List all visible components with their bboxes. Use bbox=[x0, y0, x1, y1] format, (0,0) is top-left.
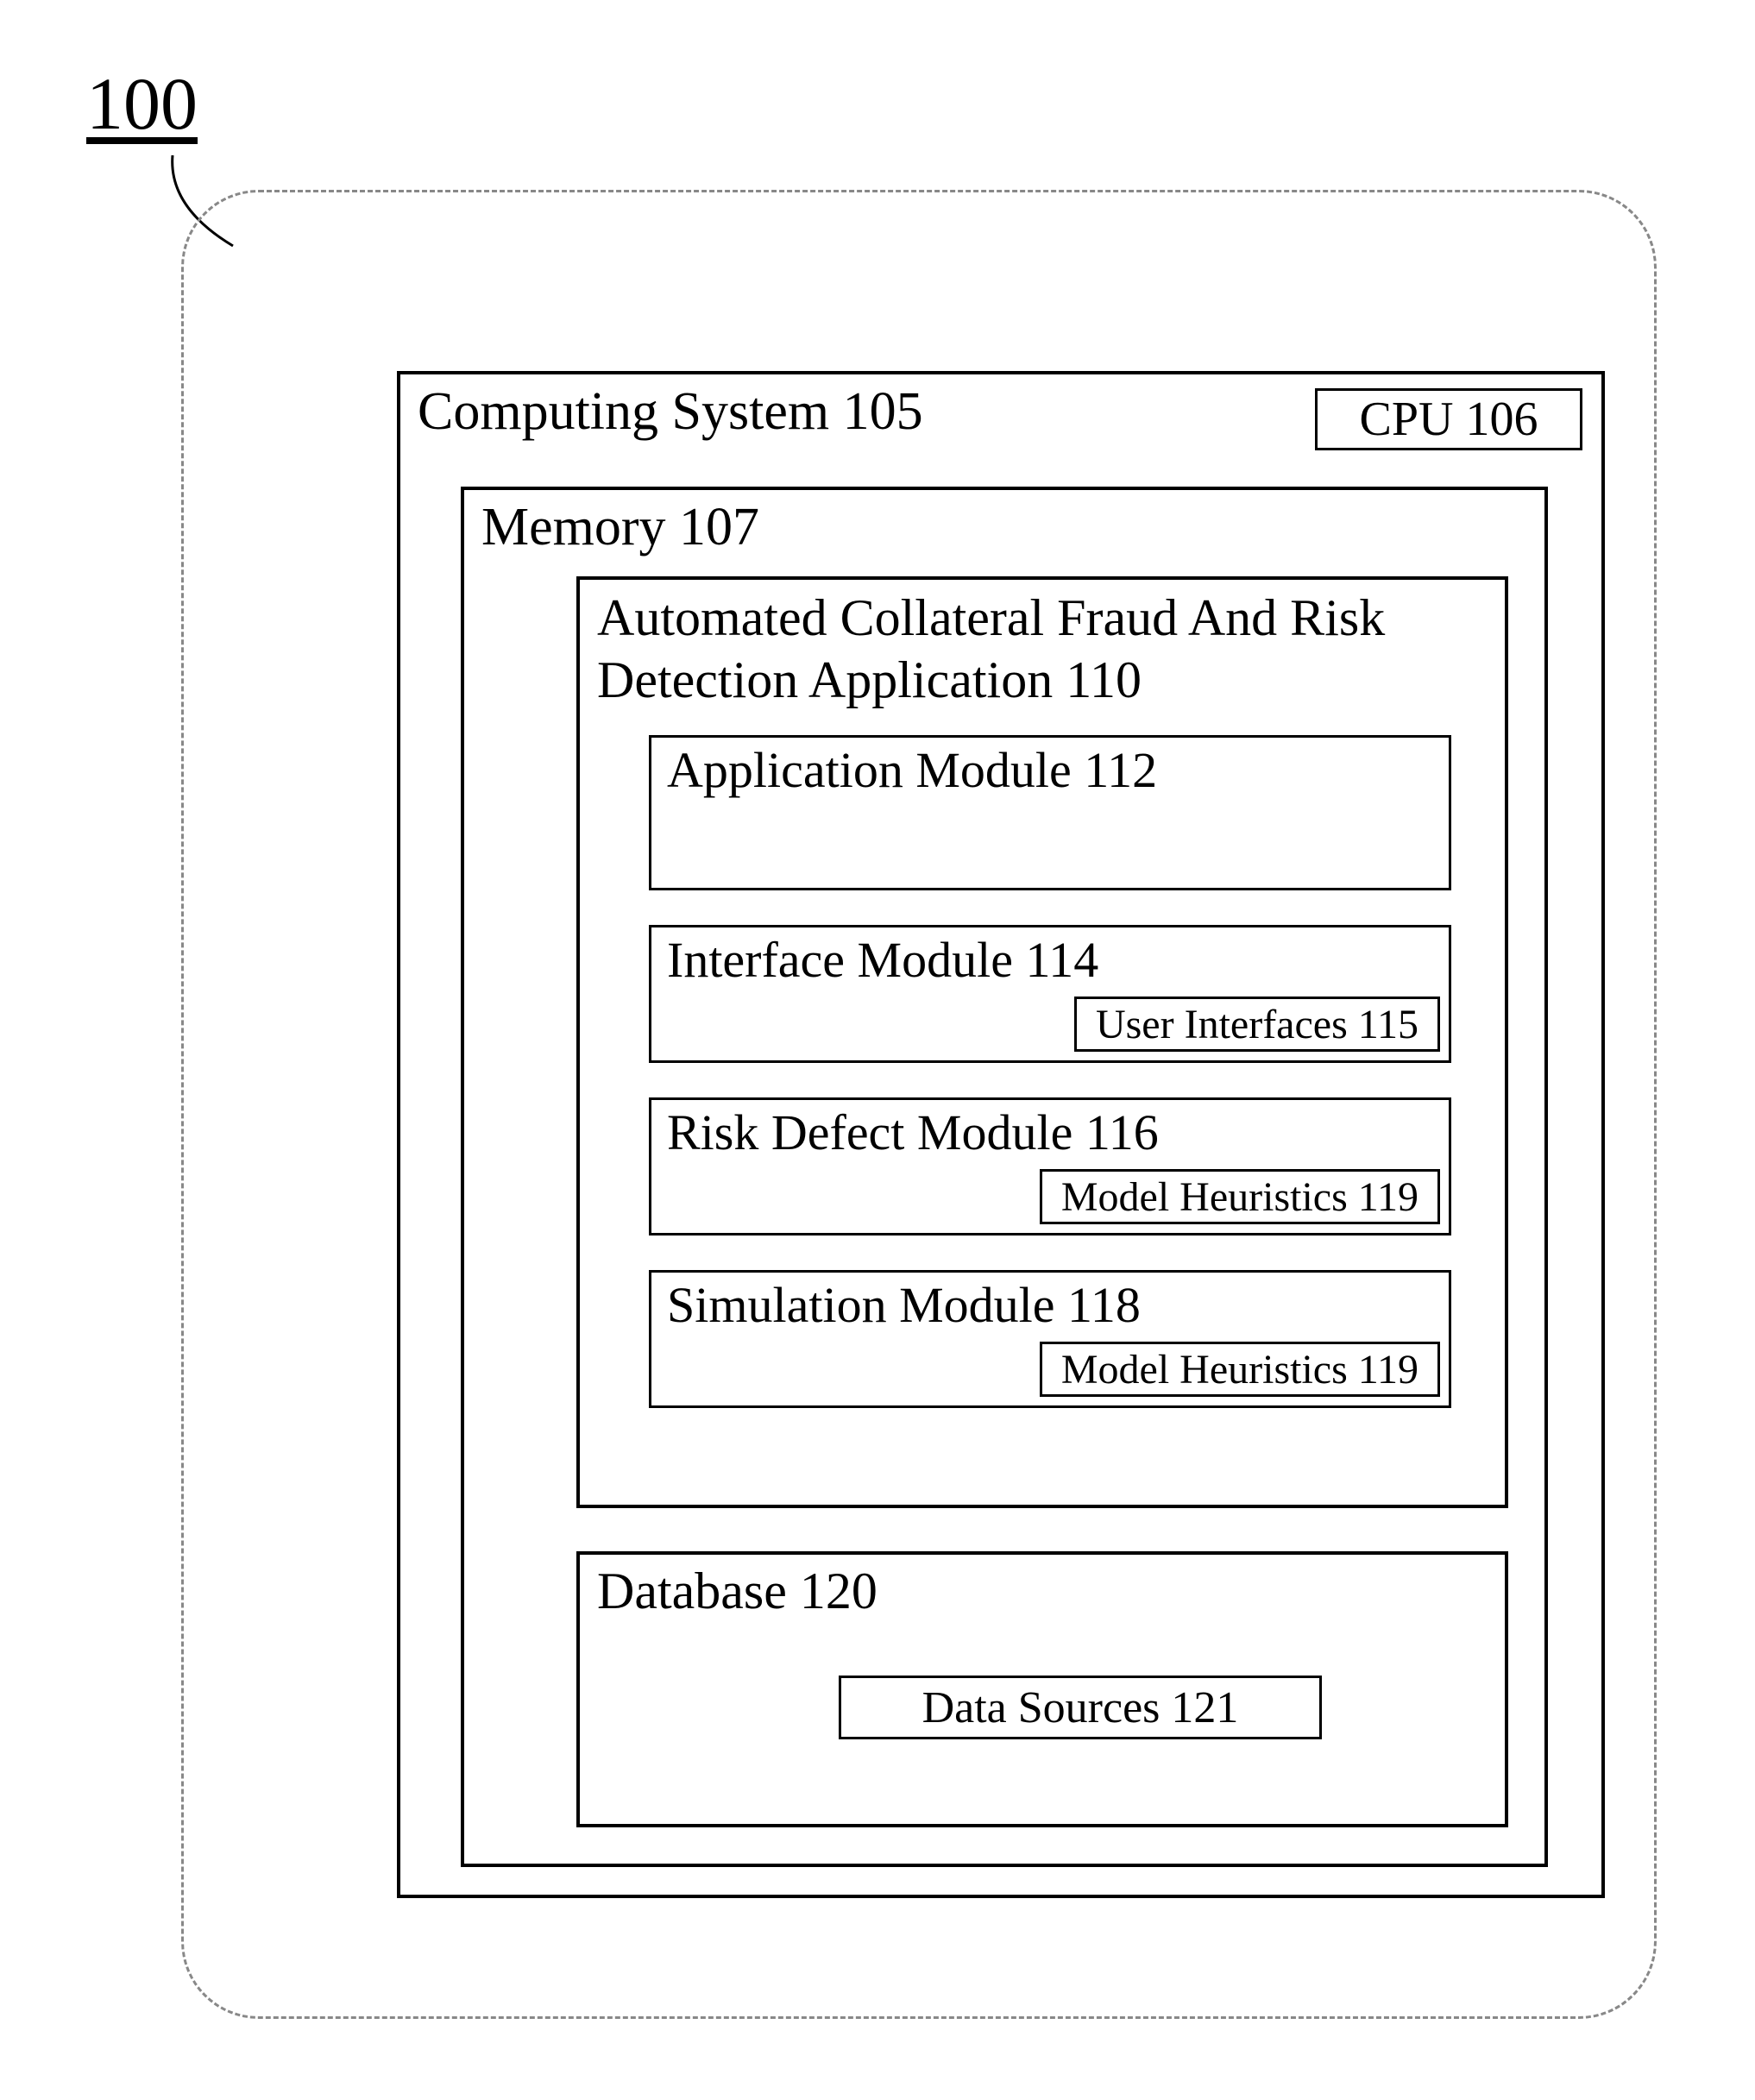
application-block: Automated Collateral Fraud And Risk Dete… bbox=[576, 576, 1508, 1508]
module-simulation: Simulation Module 118 Model Heuristics 1… bbox=[649, 1270, 1451, 1408]
database-block: Database 120 Data Sources 121 bbox=[576, 1551, 1508, 1827]
module-title: Application Module 112 bbox=[667, 741, 1157, 799]
database-title: Database 120 bbox=[597, 1562, 878, 1621]
computing-system-box: Computing System 105 CPU 106 Memory 107 … bbox=[397, 371, 1605, 1898]
module-application: Application Module 112 bbox=[649, 735, 1451, 890]
module-title: Interface Module 114 bbox=[667, 931, 1098, 989]
module-risk-defect: Risk Defect Module 116 Model Heuristics … bbox=[649, 1097, 1451, 1235]
sub-model-heuristics: Model Heuristics 119 bbox=[1040, 1169, 1440, 1224]
cpu-box: CPU 106 bbox=[1315, 388, 1582, 450]
sub-user-interfaces: User Interfaces 115 bbox=[1074, 997, 1440, 1052]
memory-box: Memory 107 Automated Collateral Fraud An… bbox=[461, 487, 1548, 1867]
module-interface: Interface Module 114 User Interfaces 115 bbox=[649, 925, 1451, 1063]
module-title: Risk Defect Module 116 bbox=[667, 1103, 1159, 1161]
sub-model-heuristics: Model Heuristics 119 bbox=[1040, 1342, 1440, 1397]
memory-title: Memory 107 bbox=[481, 497, 759, 558]
data-sources-box: Data Sources 121 bbox=[839, 1676, 1322, 1739]
module-title: Simulation Module 118 bbox=[667, 1276, 1141, 1334]
computing-system-title: Computing System 105 bbox=[418, 381, 923, 443]
figure-number: 100 bbox=[86, 60, 198, 147]
application-title: Automated Collateral Fraud And Risk Dete… bbox=[597, 587, 1488, 711]
